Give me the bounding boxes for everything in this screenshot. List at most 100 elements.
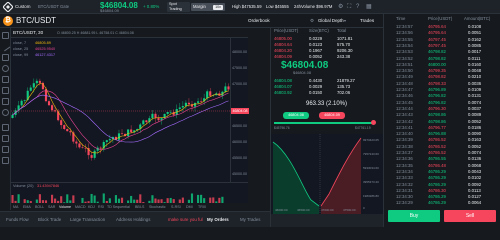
candlestick-chart[interactable]: close, 7 46805.89 close, 25 46525.9540 c…: [11, 38, 248, 182]
shape-icon[interactable]: [2, 65, 9, 72]
fib-icon[interactable]: [2, 54, 9, 61]
candle-body: [130, 129, 133, 133]
orderbook-header: Price(USDT) Size(BTC) Total: [274, 28, 347, 33]
indicator-tab[interactable]: BOLL: [35, 203, 44, 211]
candle-body: [35, 80, 38, 84]
indicator-tab[interactable]: S-RSI: [171, 203, 181, 211]
pair-name[interactable]: BTC/USDT: [16, 15, 56, 27]
indicator-tab[interactable]: Volume: [59, 203, 71, 211]
top-bar: Custom BTC/USDT Gate $46804.08 $46804.09…: [0, 0, 500, 14]
indicator-tab[interactable]: DMI: [186, 203, 193, 211]
lock-icon[interactable]: [2, 135, 9, 142]
tab-block-trade[interactable]: Block Trade: [38, 212, 61, 228]
ask-tag[interactable]: 46804.09: [319, 112, 345, 119]
candle-body: [105, 140, 108, 143]
sell-button[interactable]: Sell: [444, 210, 496, 222]
indicator-tab[interactable]: EMA: [23, 203, 31, 211]
logo-icon[interactable]: [2, 1, 14, 13]
candle-body: [169, 111, 172, 113]
candle-body: [90, 155, 93, 158]
global-depth-select[interactable]: Global Depth: [318, 14, 344, 28]
ruler-icon[interactable]: [2, 98, 9, 105]
candle-body: [26, 90, 29, 101]
pattern-icon[interactable]: [2, 87, 9, 94]
settings-icon[interactable]: ⚙: [338, 3, 343, 11]
range-low: $45796.76: [274, 126, 290, 130]
candle-body: [84, 147, 87, 149]
trendline-icon[interactable]: [0, 41, 11, 52]
indicator-tab[interactable]: SAR: [48, 203, 55, 211]
chart-ohlc: O 46800.25 H 46881.95 L 46758.01 C 46804…: [57, 31, 134, 35]
trash-icon[interactable]: [2, 157, 9, 164]
price-tick: 48000.00: [232, 50, 247, 54]
candle-body: [145, 120, 148, 123]
indicator-tab[interactable]: BBI-S: [135, 203, 144, 211]
depth-y-tick: 9973423.05: [363, 138, 379, 142]
candle-body: [117, 133, 121, 140]
depth-y-tick: 7957243.60: [363, 152, 379, 156]
tab-funds-flow[interactable]: Funds Flow: [6, 212, 29, 228]
indicator-tab[interactable]: Stochastic: [149, 203, 166, 211]
volume-stat: 24hVolume $96.97M: [294, 4, 333, 9]
orderbook-settings-icon[interactable]: ⚙: [310, 14, 314, 28]
bid-row[interactable]: 46803.92 0.0150 702.06: [271, 90, 382, 97]
tab-my-trades[interactable]: My Trades: [240, 212, 261, 228]
candle-body: [151, 113, 154, 119]
tab-trades[interactable]: Trades: [360, 14, 374, 28]
custom-label[interactable]: Custom: [15, 0, 31, 14]
candle-body: [166, 111, 169, 114]
buy-button[interactable]: Buy: [388, 210, 440, 222]
indicator-tab[interactable]: TD Sequential: [107, 203, 130, 211]
depth-svg: [272, 134, 362, 214]
candle-body: [209, 91, 212, 96]
range-high: $47761.19: [355, 126, 371, 130]
moving-average-line: [12, 94, 229, 143]
bid-tag[interactable]: 46804.08: [283, 112, 309, 119]
tab-orderbook[interactable]: Orderbook: [248, 14, 270, 28]
candle-body: [120, 133, 124, 134]
candle-body: [78, 143, 81, 148]
chart-toolbar: BTC/USDT, 30 O 46800.25 H 46881.95 L 467…: [11, 28, 248, 38]
help-icon[interactable]: ?: [356, 3, 359, 11]
price-tick: 45500.00: [232, 156, 247, 160]
candle-body: [224, 86, 227, 92]
layout-icon[interactable]: ▦: [366, 3, 372, 11]
indicator-tab[interactable]: MA: [13, 203, 18, 211]
depth-chart[interactable]: 9973423.05 7957243.60 5933034.60 3955373…: [271, 134, 383, 214]
tab-large-transaction[interactable]: Large Transaction: [70, 212, 105, 228]
warning-link[interactable]: make sure you ful: [168, 212, 203, 228]
range-marker[interactable]: [371, 120, 376, 125]
indicator-tab[interactable]: KDJ: [88, 203, 95, 211]
tab-my-orders[interactable]: My Orders: [207, 212, 229, 228]
chevron-down-icon[interactable]: ▾: [344, 14, 346, 28]
magnet-icon[interactable]: [2, 124, 9, 131]
range-bar: [274, 122, 375, 124]
indicator-ma99: close, 99 46127.4317: [13, 53, 56, 57]
candles-svg: [11, 78, 230, 161]
fullscreen-icon[interactable]: ⛶: [347, 3, 351, 11]
crosshair-icon[interactable]: [2, 32, 9, 39]
candle-body: [50, 105, 54, 111]
candle-body: [11, 114, 14, 118]
text-icon[interactable]: [2, 76, 9, 83]
pair-subtitle: BTC/USDT Gate: [38, 4, 70, 9]
depth-y-tick: 1983286.80: [363, 194, 379, 198]
indicator-tab[interactable]: TRIX: [198, 203, 206, 211]
candle-body: [196, 101, 200, 103]
indicator-tab[interactable]: MACD: [75, 203, 86, 211]
candle-body: [193, 102, 197, 107]
tab-address-holdings[interactable]: Address Holdings: [116, 212, 150, 228]
candle-body: [20, 100, 23, 106]
zoom-icon[interactable]: [2, 109, 9, 116]
trades-list: 12:34:57 46795.64 0.0108 12:34:56 46795.64 0.…: [384, 24, 500, 208]
spot-trading-button[interactable]: Spot Trading: [167, 2, 190, 12]
margin-button[interactable]: Margin 10x: [191, 3, 225, 11]
volume-label: Volume (20): [13, 184, 34, 188]
trades-header: Time Price(USDT) Amount(BTC): [396, 16, 491, 21]
candle-body: [75, 141, 78, 144]
indicator-tab[interactable]: RSI: [98, 203, 104, 211]
eye-icon[interactable]: [2, 146, 9, 153]
low-stat: Low $45555: [266, 4, 289, 9]
trade-row: 12:34:29 46786.29 0.0064: [396, 200, 482, 206]
candle-body: [127, 129, 130, 137]
